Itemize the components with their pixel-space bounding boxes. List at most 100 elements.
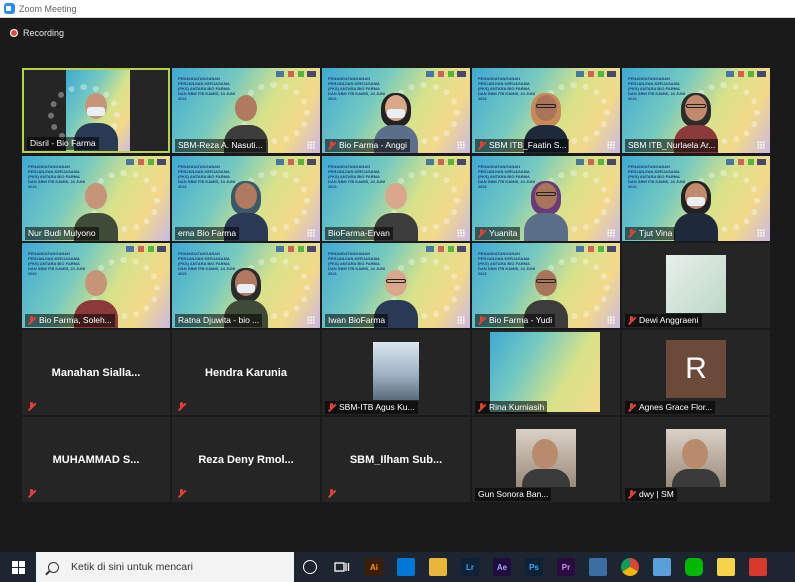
participant-name-label: Ratna Djuwita - bio ... <box>175 314 263 327</box>
participant-tile[interactable]: Dewi Anggraeni <box>622 243 770 328</box>
chrome-taskbar-button[interactable] <box>614 552 646 582</box>
participant-tile[interactable]: PENANDATANGANAN PERJANJIAN KERJASAMA (PK… <box>472 68 620 153</box>
more-options-icon[interactable] <box>457 316 465 324</box>
more-options-icon[interactable] <box>757 229 765 237</box>
more-options-icon[interactable] <box>307 229 315 237</box>
chrome-icon <box>621 558 639 576</box>
app-taskbar-button[interactable] <box>742 552 774 582</box>
more-options-icon[interactable] <box>607 229 615 237</box>
participant-name: Nur Budi Mulyono <box>28 228 96 238</box>
participant-name-label: SBM-ITB Agus Ku... <box>325 401 418 414</box>
participant-tile[interactable]: PENANDATANGANAN PERJANJIAN KERJASAMA (PK… <box>172 156 320 241</box>
notepad-taskbar-button[interactable] <box>646 552 678 582</box>
participant-tile[interactable]: dwy | SM <box>622 417 770 502</box>
participant-name-label: SBM-Reza A. Nasuti... <box>175 139 266 152</box>
participant-name: Disril - Bio Farma <box>30 138 96 148</box>
participant-name-label: Iwan BioFarma <box>325 314 389 327</box>
sponsor-logos <box>576 159 616 165</box>
muted-mic-icon <box>178 489 186 498</box>
line-icon <box>685 558 703 576</box>
cortana-button[interactable] <box>294 552 326 582</box>
participant-name: Bio Farma - Yudi <box>489 315 553 325</box>
muted-mic-icon <box>28 489 36 498</box>
participant-name: Rina Kurniasih <box>489 402 545 412</box>
participant-name-label: Dewi Anggraeni <box>625 314 702 327</box>
more-options-icon[interactable] <box>457 141 465 149</box>
participant-tile[interactable]: PENANDATANGANAN PERJANJIAN KERJASAMA (PK… <box>622 68 770 153</box>
more-options-icon[interactable] <box>607 316 615 324</box>
muted-mic-icon <box>328 403 336 412</box>
sticky-notes-taskbar-button[interactable] <box>710 552 742 582</box>
participant-name: SBM ITB_Nurlaela Ar... <box>628 140 716 150</box>
participant-tile[interactable]: PENANDATANGANAN PERJANJIAN KERJASAMA (PK… <box>472 243 620 328</box>
line-taskbar-button[interactable] <box>678 552 710 582</box>
muted-mic-icon <box>478 316 486 325</box>
more-options-icon[interactable] <box>457 229 465 237</box>
participant-tile[interactable]: SBM-ITB Agus Ku... <box>322 330 470 415</box>
participant-display-name: MUHAMMAD S... <box>52 453 140 466</box>
task-view-button[interactable] <box>326 552 358 582</box>
participant-name: Bio Farma, Soleh... <box>39 315 112 325</box>
participant-tile[interactable]: PENANDATANGANAN PERJANJIAN KERJASAMA (PK… <box>22 156 170 241</box>
taskbar-search-box[interactable]: Ketik di sini untuk mencari <box>36 552 294 582</box>
sponsor-logos <box>126 246 166 252</box>
participant-tile[interactable]: MUHAMMAD S... <box>22 417 170 502</box>
premiere-taskbar-button[interactable]: Pr <box>550 552 582 582</box>
participant-name-label: Yuanita <box>475 227 521 240</box>
avatar: R <box>666 340 726 398</box>
lightroom-taskbar-button[interactable]: Lr <box>454 552 486 582</box>
more-options-icon[interactable] <box>607 141 615 149</box>
participant-tile[interactable]: PENANDATANGANAN PERJANJIAN KERJASAMA (PK… <box>22 243 170 328</box>
after-effects-taskbar-button[interactable]: Ae <box>486 552 518 582</box>
participant-name: SBM-Reza A. Nasuti... <box>178 140 263 150</box>
participant-tile[interactable]: Gun Sonora Ban... <box>472 417 620 502</box>
store-taskbar-button[interactable] <box>390 552 422 582</box>
participant-display-name: Reza Deny Rmol... <box>198 453 294 466</box>
sponsor-logos <box>426 246 466 252</box>
muted-mic-icon <box>28 402 36 411</box>
photoshop-taskbar-button[interactable]: Ps <box>518 552 550 582</box>
window-titlebar: Zoom Meeting <box>0 0 795 18</box>
muted-mic-icon <box>478 403 486 412</box>
participant-tile[interactable]: PENANDATANGANAN PERJANJIAN KERJASAMA (PK… <box>322 156 470 241</box>
sponsor-logos <box>276 159 316 165</box>
participant-tile[interactable]: PENANDATANGANAN PERJANJIAN KERJASAMA (PK… <box>472 156 620 241</box>
participant-name-label: SBM ITB_Nurlaela Ar... <box>625 139 719 152</box>
participant-tile[interactable]: PENANDATANGANAN PERJANJIAN KERJASAMA (PK… <box>172 243 320 328</box>
participant-tile[interactable]: Disril - Bio Farma <box>22 68 170 153</box>
recording-indicator[interactable]: Recording <box>10 28 64 38</box>
muted-mic-icon <box>628 316 636 325</box>
more-options-icon[interactable] <box>307 141 315 149</box>
start-button[interactable] <box>0 552 36 582</box>
participant-name: SBM-ITB Agus Ku... <box>339 402 415 412</box>
participant-profile-photo <box>666 429 726 487</box>
participant-tile[interactable]: PENANDATANGANAN PERJANJIAN KERJASAMA (PK… <box>622 156 770 241</box>
sponsor-logos <box>726 71 766 77</box>
folder-taskbar-button[interactable] <box>422 552 454 582</box>
participant-profile-photo <box>666 255 726 313</box>
participant-name: BioFarma-Ervan <box>328 228 390 238</box>
illustrator-taskbar-button[interactable]: Ai <box>358 552 390 582</box>
participant-tile[interactable]: Reza Deny Rmol... <box>172 417 320 502</box>
participant-tile[interactable]: Manahan Sialla... <box>22 330 170 415</box>
participant-tile[interactable]: Rina Kurniasih <box>472 330 620 415</box>
muted-mic-icon <box>328 489 336 498</box>
more-options-icon[interactable] <box>307 316 315 324</box>
participant-name-label: ema Bio Farma <box>175 227 240 240</box>
network-taskbar-button[interactable] <box>582 552 614 582</box>
participant-tile[interactable]: Hendra Karunia <box>172 330 320 415</box>
participant-tile[interactable]: PENANDATANGANAN PERJANJIAN KERJASAMA (PK… <box>322 243 470 328</box>
sponsor-logos <box>276 71 316 77</box>
participant-tile[interactable]: PENANDATANGANAN PERJANJIAN KERJASAMA (PK… <box>322 68 470 153</box>
illustrator-icon: Ai <box>365 558 383 576</box>
participant-tile[interactable]: PENANDATANGANAN PERJANJIAN KERJASAMA (PK… <box>172 68 320 153</box>
muted-mic-icon <box>478 141 486 150</box>
more-options-icon[interactable] <box>757 141 765 149</box>
participant-tile[interactable]: SBM_Ilham Sub... <box>322 417 470 502</box>
participant-name-label: Disril - Bio Farma <box>27 137 99 150</box>
participant-video <box>674 181 718 241</box>
sticky-notes-icon <box>717 558 735 576</box>
participant-tile[interactable]: R Agnes Grace Flor... <box>622 330 770 415</box>
participant-name: ema Bio Farma <box>178 228 237 238</box>
task-view-icon <box>334 562 350 572</box>
